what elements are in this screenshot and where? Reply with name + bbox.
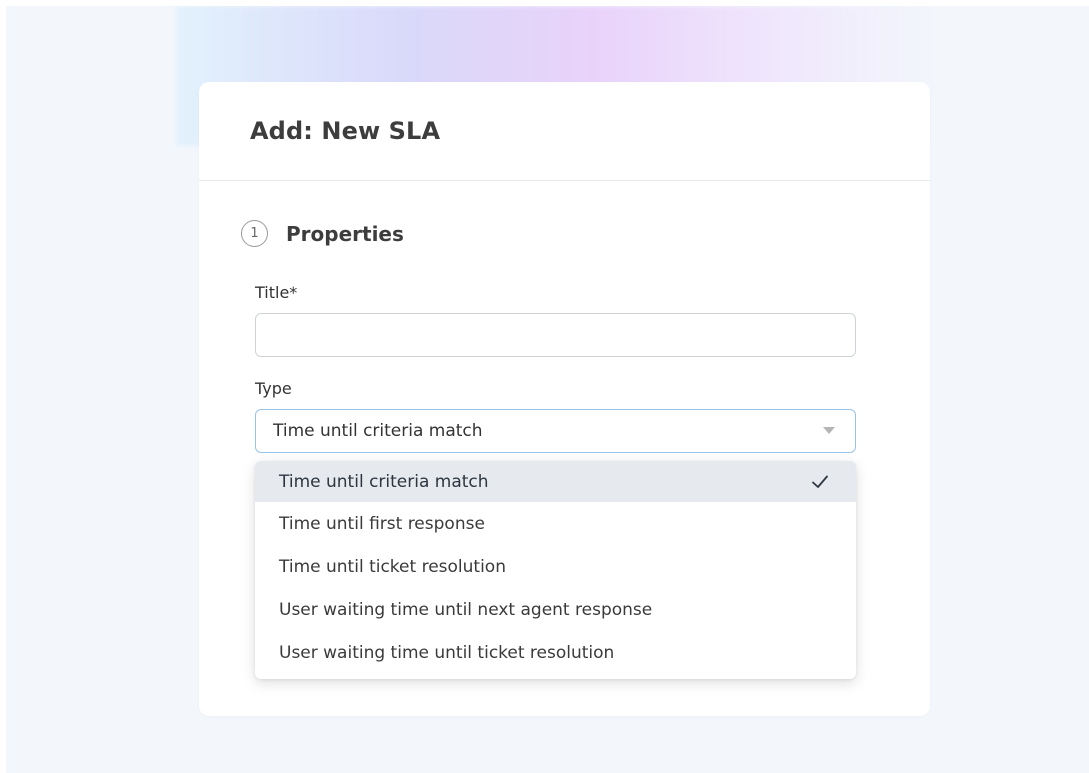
option-label: Time until ticket resolution (279, 556, 506, 577)
title-input[interactable] (255, 313, 856, 357)
dropdown-option-ticket-resolution[interactable]: Time until ticket resolution (255, 545, 856, 588)
step-properties: 1 Properties (241, 220, 404, 247)
caret-down-icon[interactable] (823, 427, 835, 434)
sla-dialog: Add: New SLA 1 Properties Title* Type Ti… (199, 82, 930, 716)
dropdown-option-criteria-match[interactable]: Time until criteria match (255, 461, 856, 502)
option-label: Time until criteria match (279, 471, 489, 492)
page-backdrop: Add: New SLA 1 Properties Title* Type Ti… (6, 6, 1089, 773)
type-field-label: Type (255, 379, 292, 398)
option-label: Time until first response (279, 513, 485, 534)
option-label: User waiting time until ticket resolutio… (279, 642, 615, 663)
check-icon (812, 475, 828, 488)
type-select[interactable]: Time until criteria match (255, 409, 856, 453)
type-dropdown-menu: Time until criteria match Time until fir… (255, 461, 856, 679)
step-label: Properties (286, 221, 404, 246)
title-field-label: Title* (255, 283, 298, 302)
type-select-value: Time until criteria match (273, 421, 483, 441)
dropdown-option-user-wait-resolution[interactable]: User waiting time until ticket resolutio… (255, 631, 856, 674)
dialog-title: Add: New SLA (250, 117, 441, 145)
dropdown-option-first-response[interactable]: Time until first response (255, 502, 856, 545)
option-label: User waiting time until next agent respo… (279, 599, 653, 620)
dialog-header: Add: New SLA (199, 82, 930, 181)
step-number-badge: 1 (241, 220, 268, 247)
dropdown-option-user-wait-next-agent[interactable]: User waiting time until next agent respo… (255, 588, 856, 631)
